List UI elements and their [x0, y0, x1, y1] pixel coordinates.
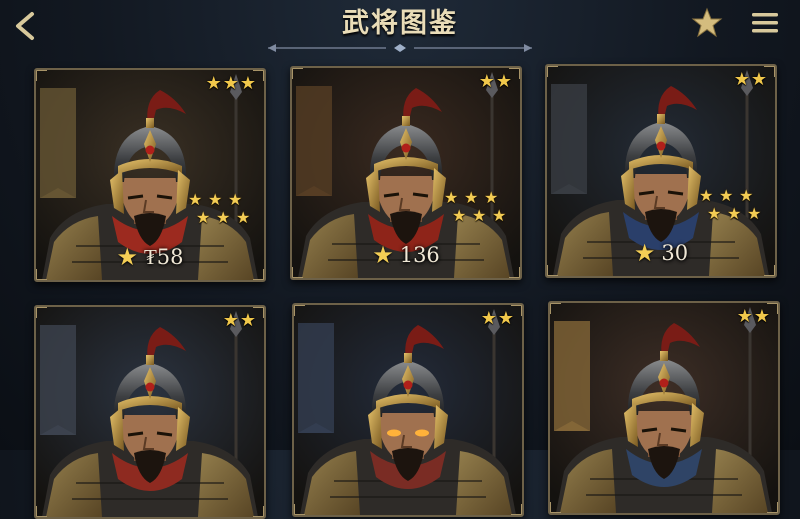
- frame-corner: [253, 506, 264, 517]
- rarity-star-icon: ★: [736, 306, 753, 327]
- rank-star-icon: ★: [472, 206, 487, 225]
- rarity-star-icon: ★: [478, 71, 495, 92]
- general-card[interactable]: ★ ★ ★ ★ ★ ★ ★ ★ ★ ★ ₮58: [34, 68, 266, 282]
- rarity-stars: ★ ★ ★: [206, 74, 256, 94]
- rarity-stars: ★ ★: [737, 307, 770, 327]
- rank-star-icon: ★: [188, 190, 203, 209]
- rarity-star-icon: ★: [733, 69, 750, 90]
- rank-star-icon: ★: [208, 190, 223, 209]
- frame-corner: [292, 68, 303, 79]
- power-rating: ★ ₮58: [36, 242, 264, 272]
- rank-star-icon: ★: [707, 204, 722, 223]
- frame-corner: [550, 303, 561, 314]
- rank-star-icon: ★: [216, 208, 231, 227]
- frame-corner: [36, 70, 47, 81]
- rarity-star-icon: ★: [753, 306, 770, 327]
- rarity-star-icon: ★: [239, 310, 256, 331]
- power-star-icon: ★: [372, 241, 394, 269]
- rank-star-icon: ★: [492, 206, 507, 225]
- rank-star-icon: ★: [236, 208, 251, 227]
- rank-star-icon: ★: [452, 206, 467, 225]
- rarity-star-icon: ★: [239, 73, 256, 94]
- rarity-stars: ★ ★: [223, 311, 256, 331]
- rank-star-icon: ★: [196, 208, 211, 227]
- general-card[interactable]: ★ ★: [34, 305, 266, 519]
- rank-star-icon: ★: [228, 190, 243, 209]
- rarity-stars: ★ ★: [479, 72, 512, 92]
- rarity-star-icon: ★: [222, 310, 239, 331]
- frame-corner: [294, 305, 305, 316]
- power-rating: ★ 30: [547, 238, 775, 268]
- rank-stars: ★ ★ ★ ★ ★ ★: [699, 188, 763, 228]
- general-card[interactable]: ★ ★ ★ ★ ★ ★ ★ ★ ★ 136: [290, 66, 522, 280]
- power-star-icon: ★: [116, 243, 138, 271]
- general-card[interactable]: ★ ★: [548, 301, 780, 515]
- general-portrait: [294, 305, 522, 515]
- frame-corner: [294, 504, 305, 515]
- rank-stars: ★ ★ ★ ★ ★ ★: [188, 192, 252, 232]
- frame-corner: [550, 502, 561, 513]
- rarity-star-icon: ★: [495, 71, 512, 92]
- rank-star-icon: ★: [464, 188, 479, 207]
- general-card[interactable]: ★ ★ ★ ★ ★ ★ ★ ★ ★ 30: [545, 64, 777, 278]
- rank-star-icon: ★: [739, 186, 754, 205]
- rank-stars: ★ ★ ★ ★ ★ ★: [444, 190, 508, 230]
- power-value: ₮58: [143, 245, 184, 269]
- rank-star-icon: ★: [699, 186, 714, 205]
- rank-star-icon: ★: [727, 204, 742, 223]
- rank-star-icon: ★: [747, 204, 762, 223]
- rank-star-icon: ★: [444, 188, 459, 207]
- general-card[interactable]: ★ ★: [292, 303, 524, 517]
- power-value: 136: [399, 243, 440, 267]
- general-portrait: [36, 307, 264, 517]
- power-rating: ★ 136: [292, 240, 520, 270]
- frame-corner: [36, 307, 47, 318]
- rarity-star-icon: ★: [480, 308, 497, 329]
- rarity-star-icon: ★: [222, 73, 239, 94]
- rarity-star-icon: ★: [750, 69, 767, 90]
- rarity-stars: ★ ★: [481, 309, 514, 329]
- power-value: 30: [661, 241, 689, 265]
- rank-star-icon: ★: [719, 186, 734, 205]
- rank-star-icon: ★: [484, 188, 499, 207]
- frame-corner: [547, 66, 558, 77]
- frame-corner: [36, 506, 47, 517]
- power-star-icon: ★: [633, 239, 656, 267]
- generals-grid: ★ ★ ★ ★ ★ ★ ★ ★ ★ ★ ₮58 ★ ★ ★ ★ ★ ★ ★ ★ ★ 136: [0, 0, 800, 519]
- rarity-star-icon: ★: [497, 308, 514, 329]
- frame-corner: [511, 504, 522, 515]
- rarity-stars: ★ ★: [734, 70, 767, 90]
- frame-corner: [767, 502, 778, 513]
- general-portrait: [550, 303, 778, 513]
- rarity-star-icon: ★: [205, 73, 222, 94]
